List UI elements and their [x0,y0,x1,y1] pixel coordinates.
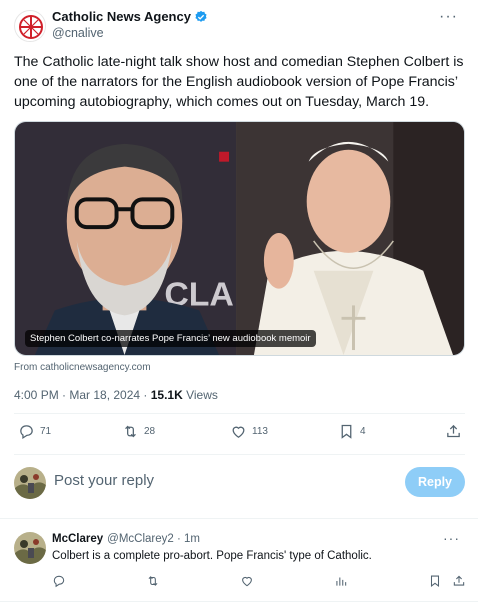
more-horizontal-icon[interactable]: ··· [439,8,458,26]
commenter-avatar-image [14,532,46,564]
reply-button[interactable]: 71 [18,423,51,440]
heart-icon [232,426,245,438]
comment-bookmark-button[interactable] [428,574,442,593]
link-source[interactable]: From catholicnewsagency.com [14,362,151,373]
media-photo: CLA M [15,122,464,355]
bookmark-icon [430,575,440,588]
comment-action-bar [52,574,466,592]
comment-header: McClarey @McClarey2 · 1m [52,533,200,545]
like-button[interactable]: 113 [230,423,268,440]
reply-icon [20,425,33,440]
author-name[interactable]: Catholic News Agency [52,9,191,24]
bookmark-icon [341,424,352,439]
reply-count: 71 [40,426,52,437]
cna-avatar[interactable] [14,10,46,42]
heart-icon [242,576,252,587]
repost-icon [148,576,158,586]
like-count: 113 [252,426,268,437]
bookmark-button[interactable]: 4 [338,423,366,440]
verified-badge-icon [195,10,207,22]
bookmark-count: 4 [360,426,366,437]
cna-logo [16,12,45,41]
comment-views-button[interactable] [334,574,348,593]
commenter-avatar[interactable] [14,532,46,564]
tweet-meta: 4:00 PM · Mar 18, 2024 · 15.1K Views [14,388,218,402]
divider [0,601,478,602]
commenter-handle-time[interactable]: @McClarey2 · 1m [107,533,200,545]
comment-text: Colbert is a complete pro-abort. Pope Fr… [52,550,372,562]
comment-reply-button[interactable] [52,574,66,593]
tweet-media-card[interactable]: CLA M [14,121,465,356]
comment-share-button[interactable] [452,574,466,593]
user-avatar-image [14,467,46,499]
author-handle[interactable]: @cnalive [52,26,104,40]
media-caption[interactable]: Stephen Colbert co-narrates Pope Francis… [25,330,316,347]
share-icon [453,575,465,586]
views-label: Views [182,388,218,402]
user-avatar[interactable] [14,467,46,499]
comment-more-icon[interactable]: ··· [443,530,460,546]
views-count[interactable]: 15.1K [151,388,183,402]
divider [14,454,465,455]
author-name-row[interactable]: Catholic News Agency [52,9,208,24]
reply-input[interactable]: Post your reply [54,472,154,489]
timestamp[interactable]: 4:00 PM · Mar 18, 2024 · [14,388,151,402]
share-button[interactable] [445,423,462,440]
divider [0,518,478,519]
views-icon [336,577,347,586]
comment-repost-button[interactable] [146,574,160,593]
share-icon [447,424,460,438]
divider [14,413,465,414]
comment-like-button[interactable] [240,574,254,593]
reply-submit-button[interactable]: Reply [405,467,465,497]
repost-icon [125,425,136,438]
repost-button[interactable]: 28 [122,423,155,440]
reply-icon [53,575,65,588]
commenter-name[interactable]: McClarey [52,533,103,545]
tweet-text: The Catholic late-night talk show host a… [14,54,464,110]
repost-count: 28 [144,426,156,437]
action-bar: 71 28 113 4 [14,423,465,445]
